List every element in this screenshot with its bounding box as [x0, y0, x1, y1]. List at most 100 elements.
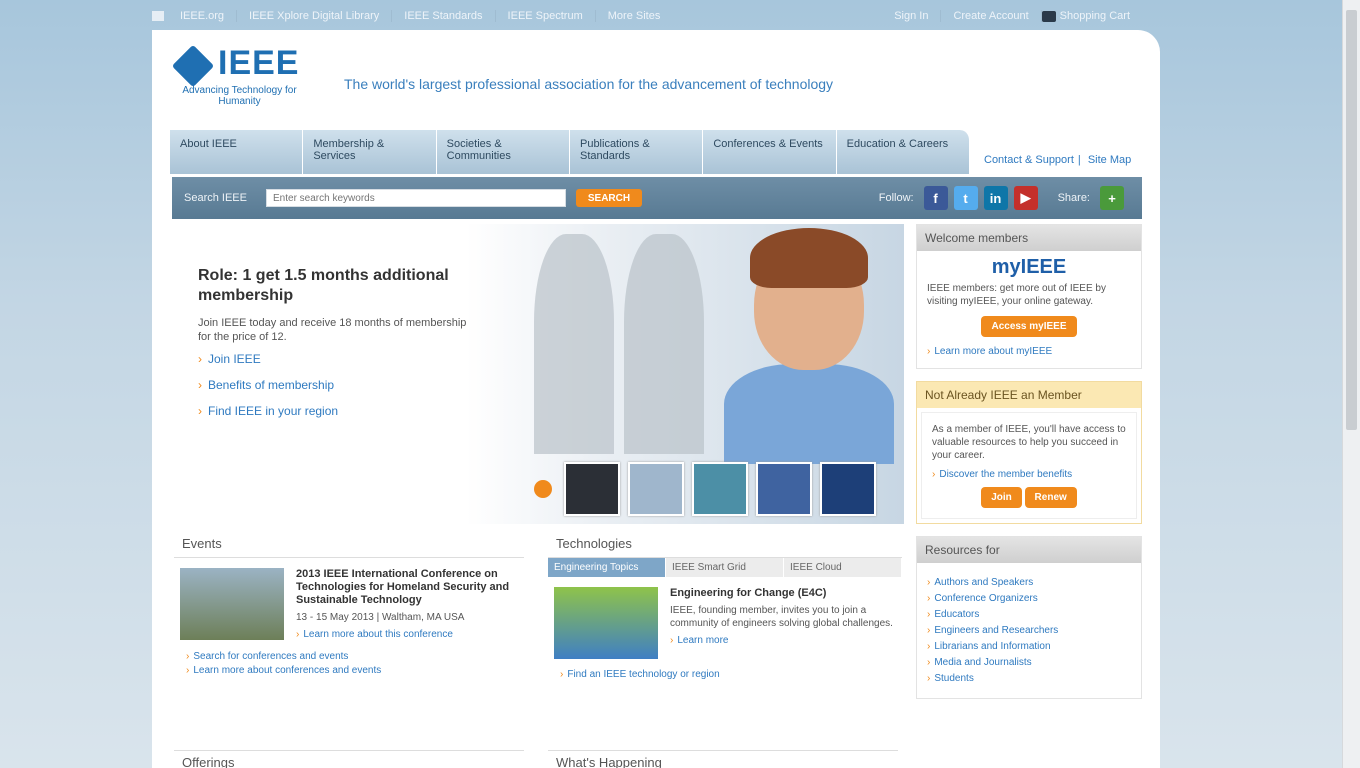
nav-secondary-links: Contact & Support | Site Map — [980, 154, 1135, 166]
event-title[interactable]: 2013 IEEE International Conference on Te… — [296, 568, 509, 606]
hero-thumbnails — [534, 462, 884, 516]
renew-button[interactable]: Renew — [1024, 487, 1077, 508]
linkedin-icon[interactable]: in — [983, 186, 1008, 210]
nav-tab-membership[interactable]: Membership & Services — [303, 130, 437, 174]
technologies-tabs: Engineering Topics IEEE Smart Grid IEEE … — [548, 558, 902, 577]
search-button[interactable]: SEARCH — [576, 189, 642, 207]
main-nav: About IEEE Membership & Services Societi… — [170, 130, 970, 174]
tech-learn-link[interactable]: Learn more — [670, 634, 896, 647]
tech-image[interactable] — [554, 587, 658, 659]
right-sidebar: Welcome members myIEEE IEEE members: get… — [916, 224, 1142, 711]
cart-icon[interactable] — [1041, 10, 1056, 22]
scrollbar-thumb[interactable] — [1346, 10, 1357, 430]
sign-in-link[interactable]: Sign In — [882, 10, 942, 22]
youtube-icon[interactable]: ▶ — [1013, 186, 1038, 210]
logo-word: IEEE — [218, 44, 300, 82]
tech-tab-topics[interactable]: Engineering Topics — [548, 558, 665, 577]
util-link-ieee-org[interactable]: IEEE.org — [168, 10, 238, 22]
hero-links: Join IEEE Benefits of membership Find IE… — [198, 352, 338, 430]
shopping-cart-link[interactable]: Shopping Cart — [1060, 10, 1142, 22]
resource-link[interactable]: Educators — [927, 608, 1131, 621]
myieee-learn-link[interactable]: Learn more about myIEEE — [927, 345, 1131, 358]
hero-bg-person-2 — [624, 234, 704, 454]
welcome-text: IEEE members: get more out of IEEE by vi… — [927, 283, 1106, 307]
join-header: Not Already IEEE an Member — [917, 382, 1141, 408]
event-image[interactable] — [180, 568, 284, 640]
hero-person-shirt — [724, 364, 894, 464]
join-text: As a member of IEEE, you'll have access … — [932, 424, 1126, 461]
resources-header: Resources for — [917, 537, 1141, 563]
resource-link[interactable]: Engineers and Researchers — [927, 624, 1131, 637]
hero-thumb-4[interactable] — [756, 462, 812, 516]
nav-tab-education[interactable]: Education & Careers — [836, 130, 970, 174]
search-label: Search IEEE — [184, 192, 247, 204]
nav-tab-societies[interactable]: Societies & Communities — [436, 130, 570, 174]
hero-link-benefits[interactable]: Benefits of membership — [198, 378, 338, 392]
social-links: Follow: f t in ▶ Share: + — [879, 186, 1130, 210]
tech-item-title[interactable]: Engineering for Change (E4C) — [670, 587, 826, 599]
nav-tab-conferences[interactable]: Conferences & Events — [703, 130, 837, 174]
event-item: 2013 IEEE International Conference on Te… — [174, 558, 524, 651]
util-link-more-sites[interactable]: More Sites — [596, 10, 673, 22]
join-box: Not Already IEEE an Member As a member o… — [916, 381, 1142, 524]
vertical-scrollbar[interactable] — [1342, 0, 1360, 768]
twitter-icon[interactable]: t — [953, 186, 978, 210]
learn-conferences-link[interactable]: Learn more about conferences and events — [186, 665, 512, 676]
logo-mark: IEEE — [171, 44, 307, 87]
event-learn-link[interactable]: Learn more about this conference — [296, 628, 518, 641]
hero-thumb-1[interactable] — [564, 462, 620, 516]
join-button[interactable]: Join — [981, 487, 1022, 508]
technologies-title: Technologies — [548, 530, 902, 558]
home-icon — [152, 11, 164, 21]
util-link-spectrum[interactable]: IEEE Spectrum — [496, 10, 596, 22]
hero-link-join[interactable]: Join IEEE — [198, 352, 338, 366]
technologies-section: Technologies Engineering Topics IEEE Sma… — [548, 530, 902, 680]
share-icon[interactable]: + — [1100, 186, 1124, 210]
create-account-link[interactable]: Create Account — [941, 10, 1042, 22]
tech-item-text: IEEE, founding member, invites you to jo… — [670, 605, 893, 629]
nav-tab-publications[interactable]: Publications & Standards — [569, 130, 704, 174]
resource-link[interactable]: Librarians and Information — [927, 640, 1131, 653]
welcome-members-box: Welcome members myIEEE IEEE members: get… — [916, 224, 1142, 369]
find-technology-link[interactable]: Find an IEEE technology or region — [560, 669, 890, 680]
hero-thumb-3[interactable] — [692, 462, 748, 516]
carousel-arrow-icon[interactable] — [534, 480, 552, 498]
resource-link[interactable]: Conference Organizers — [927, 592, 1131, 605]
hero-thumb-2[interactable] — [628, 462, 684, 516]
util-link-xplore[interactable]: IEEE Xplore Digital Library — [237, 10, 393, 22]
logo-diamond-icon — [171, 44, 215, 87]
nav-tab-about[interactable]: About IEEE — [170, 130, 304, 174]
follow-label: Follow: — [878, 192, 914, 204]
ieee-logo[interactable]: IEEE Advancing Technology for Humanity — [171, 44, 307, 124]
hero-bg-person-1 — [534, 234, 614, 454]
whats-happening-title: What's Happening — [548, 750, 898, 768]
resources-box: Resources for Authors and Speakers Confe… — [916, 536, 1142, 699]
contact-support-link[interactable]: Contact & Support — [980, 154, 1078, 166]
site-tagline: The world's largest professional associa… — [344, 76, 834, 92]
hero-title: Role: 1 get 1.5 months additional member… — [198, 267, 449, 304]
util-link-standards[interactable]: IEEE Standards — [392, 10, 496, 22]
site-map-link[interactable]: Site Map — [1084, 154, 1135, 166]
event-date: 13 - 15 May 2013 | Waltham, MA USA — [296, 612, 465, 623]
facebook-icon[interactable]: f — [923, 186, 948, 210]
join-benefits-link[interactable]: Discover the member benefits — [932, 468, 1126, 481]
hero-text: Join IEEE today and receive 18 months of… — [198, 317, 467, 343]
logo-tagline: Advancing Technology for Humanity — [182, 85, 297, 107]
search-conferences-link[interactable]: Search for conferences and events — [186, 651, 512, 662]
resources-list: Authors and Speakers Conference Organize… — [927, 576, 1131, 685]
hero-link-region[interactable]: Find IEEE in your region — [198, 404, 338, 418]
utility-right-links: Sign In Create Account Shopping Cart — [882, 10, 1142, 22]
resource-link[interactable]: Media and Journalists — [927, 656, 1131, 669]
resource-link[interactable]: Authors and Speakers — [927, 576, 1131, 589]
hero-thumb-5[interactable] — [820, 462, 876, 516]
hero-person-image — [724, 224, 894, 464]
search-input[interactable] — [266, 189, 566, 207]
hero-banner: Role: 1 get 1.5 months additional member… — [174, 224, 904, 524]
tech-tab-smart-grid[interactable]: IEEE Smart Grid — [666, 558, 783, 577]
utility-bar: IEEE.org IEEE Xplore Digital Library IEE… — [152, 6, 1142, 26]
resource-link[interactable]: Students — [927, 672, 1131, 685]
tech-tab-cloud[interactable]: IEEE Cloud — [784, 558, 901, 577]
events-section: Events 2013 IEEE International Conferenc… — [174, 530, 524, 676]
access-myieee-button[interactable]: Access myIEEE — [981, 316, 1077, 337]
tech-item: Engineering for Change (E4C) IEEE, found… — [548, 577, 902, 669]
